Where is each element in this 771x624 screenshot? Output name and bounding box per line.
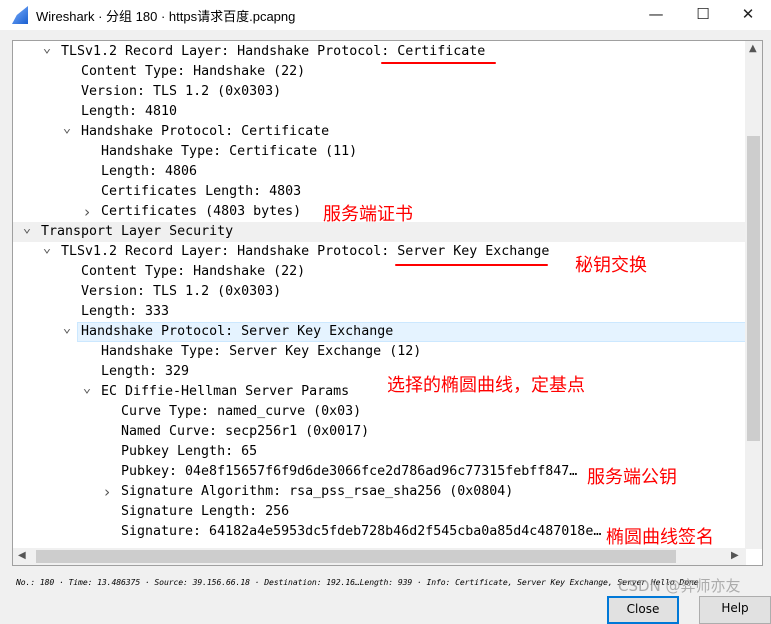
chevron-right-icon[interactable]: › bbox=[101, 482, 113, 502]
tree-row[interactable]: Signature Length: 256 bbox=[13, 502, 746, 522]
tree-row-label: Certificates (4803 bytes) bbox=[101, 204, 302, 219]
tree-row[interactable]: Length: 333 bbox=[13, 302, 746, 322]
tree-row[interactable]: Length: 329 bbox=[13, 362, 746, 382]
horizontal-scroll-thumb[interactable] bbox=[36, 550, 676, 563]
tree-row-label: Signature Algorithm: rsa_pss_rsae_sha256… bbox=[121, 484, 514, 499]
tree-row-label: Length: 329 bbox=[101, 364, 190, 379]
tree-row-label: Length: 333 bbox=[81, 304, 170, 319]
close-button[interactable]: Close bbox=[607, 596, 679, 624]
maximize-button[interactable]: ☐ bbox=[680, 0, 726, 30]
tree-row-label: Version: TLS 1.2 (0x0303) bbox=[81, 84, 282, 99]
annotation-pubkey: 服务端公钥 bbox=[587, 467, 677, 488]
tree-row-label: Curve Type: named_curve (0x03) bbox=[121, 404, 362, 419]
chevron-right-icon[interactable]: › bbox=[81, 202, 93, 222]
tree-row-label: Handshake Protocol: Server Key Exchange bbox=[81, 324, 394, 339]
annotation-underline-certificate bbox=[381, 62, 496, 64]
tree-row[interactable]: ⌄ TLSv1.2 Record Layer: Handshake Protoco… bbox=[13, 41, 746, 62]
tree-row-label: Handshake Type: Server Key Exchange (12) bbox=[101, 344, 422, 359]
scroll-up-icon[interactable]: ▲ bbox=[749, 43, 757, 54]
tree-row[interactable]: Handshake Type: Certificate (11) bbox=[13, 142, 746, 162]
tree-row-label: Pubkey: 04e8f15657f6f9d6de3066fce2d786ad… bbox=[121, 464, 578, 479]
annotation-key-exchange: 秘钥交换 bbox=[575, 255, 647, 276]
tree-row-label: TLSv1.2 Record Layer: Handshake Protocol… bbox=[61, 44, 486, 59]
tree-row[interactable]: Certificates Length: 4803 bbox=[13, 182, 746, 202]
tree-row-label: EC Diffie-Hellman Server Params bbox=[101, 384, 350, 399]
tree-row-label: Named Curve: secp256r1 (0x0017) bbox=[121, 424, 370, 439]
tree-row[interactable]: ⌄ Handshake Protocol: Server Key Exchange bbox=[13, 320, 746, 342]
tree-row[interactable]: Version: TLS 1.2 (0x0303) bbox=[13, 282, 746, 302]
tree-row-label: Signature Length: 256 bbox=[121, 504, 290, 519]
tree-row[interactable]: Length: 4810 bbox=[13, 102, 746, 122]
help-button[interactable]: Help bbox=[699, 596, 771, 624]
window-title: Wireshark · 分组 180 · https请求百度.pcapng bbox=[36, 8, 296, 24]
tree-row-label: Pubkey Length: 65 bbox=[121, 444, 258, 459]
wireshark-logo-icon bbox=[12, 6, 28, 24]
tree-row-label: TLSv1.2 Record Layer: Handshake Protocol… bbox=[61, 244, 550, 259]
tree-row[interactable]: Handshake Type: Server Key Exchange (12) bbox=[13, 342, 746, 362]
tree-row-label: Handshake Protocol: Certificate bbox=[81, 124, 330, 139]
title-bar: Wireshark · 分组 180 · https请求百度.pcapng — … bbox=[0, 0, 771, 30]
tree-row[interactable]: Length: 4806 bbox=[13, 162, 746, 182]
tree-row-label: Transport Layer Security bbox=[41, 224, 234, 239]
chevron-down-icon[interactable]: ⌄ bbox=[41, 41, 53, 58]
annotation-underline-server-key-exchange bbox=[395, 264, 548, 266]
annotation-curve: 选择的椭圆曲线，定基点 bbox=[387, 375, 585, 396]
horizontal-scrollbar[interactable]: ◀ ▶ bbox=[13, 548, 746, 565]
tree-row-label: Length: 4810 bbox=[81, 104, 178, 119]
tree-row-label: Length: 4806 bbox=[101, 164, 198, 179]
tree-row[interactable]: Content Type: Handshake (22) bbox=[13, 62, 746, 82]
tree-row[interactable]: ⌄ EC Diffie-Hellman Server Params bbox=[13, 380, 746, 402]
watermark: CSDN @弈师亦友 bbox=[618, 577, 741, 595]
tree-row[interactable]: Named Curve: secp256r1 (0x0017) bbox=[13, 422, 746, 442]
tree-row[interactable]: Curve Type: named_curve (0x03) bbox=[13, 402, 746, 422]
annotation-signature: 椭圆曲线签名 bbox=[606, 527, 714, 548]
tree-row-label: Content Type: Handshake (22) bbox=[81, 64, 306, 79]
tree-row-label: Certificates Length: 4803 bbox=[101, 184, 302, 199]
tree-row-label: Signature: 64182a4e5953dc5fdeb728b46d2f5… bbox=[121, 524, 602, 539]
tree-row-label: Handshake Type: Certificate (11) bbox=[101, 144, 358, 159]
annotation-server-certificate: 服务端证书 bbox=[323, 204, 413, 225]
tree-row[interactable]: ⌄ Handshake Protocol: Certificate bbox=[13, 120, 746, 142]
minimize-button[interactable]: — bbox=[633, 0, 679, 30]
tree-row-label: Version: TLS 1.2 (0x0303) bbox=[81, 284, 282, 299]
vertical-scrollbar[interactable]: ▲ bbox=[745, 41, 762, 549]
vertical-scroll-thumb[interactable] bbox=[747, 136, 760, 441]
tree-row[interactable]: Pubkey Length: 65 bbox=[13, 442, 746, 462]
tree-row[interactable]: Version: TLS 1.2 (0x0303) bbox=[13, 82, 746, 102]
scroll-left-icon[interactable]: ◀ bbox=[18, 550, 26, 561]
close-window-button[interactable]: ✕ bbox=[725, 0, 771, 30]
tree-row-label: Content Type: Handshake (22) bbox=[81, 264, 306, 279]
scroll-right-icon[interactable]: ▶ bbox=[731, 550, 739, 561]
